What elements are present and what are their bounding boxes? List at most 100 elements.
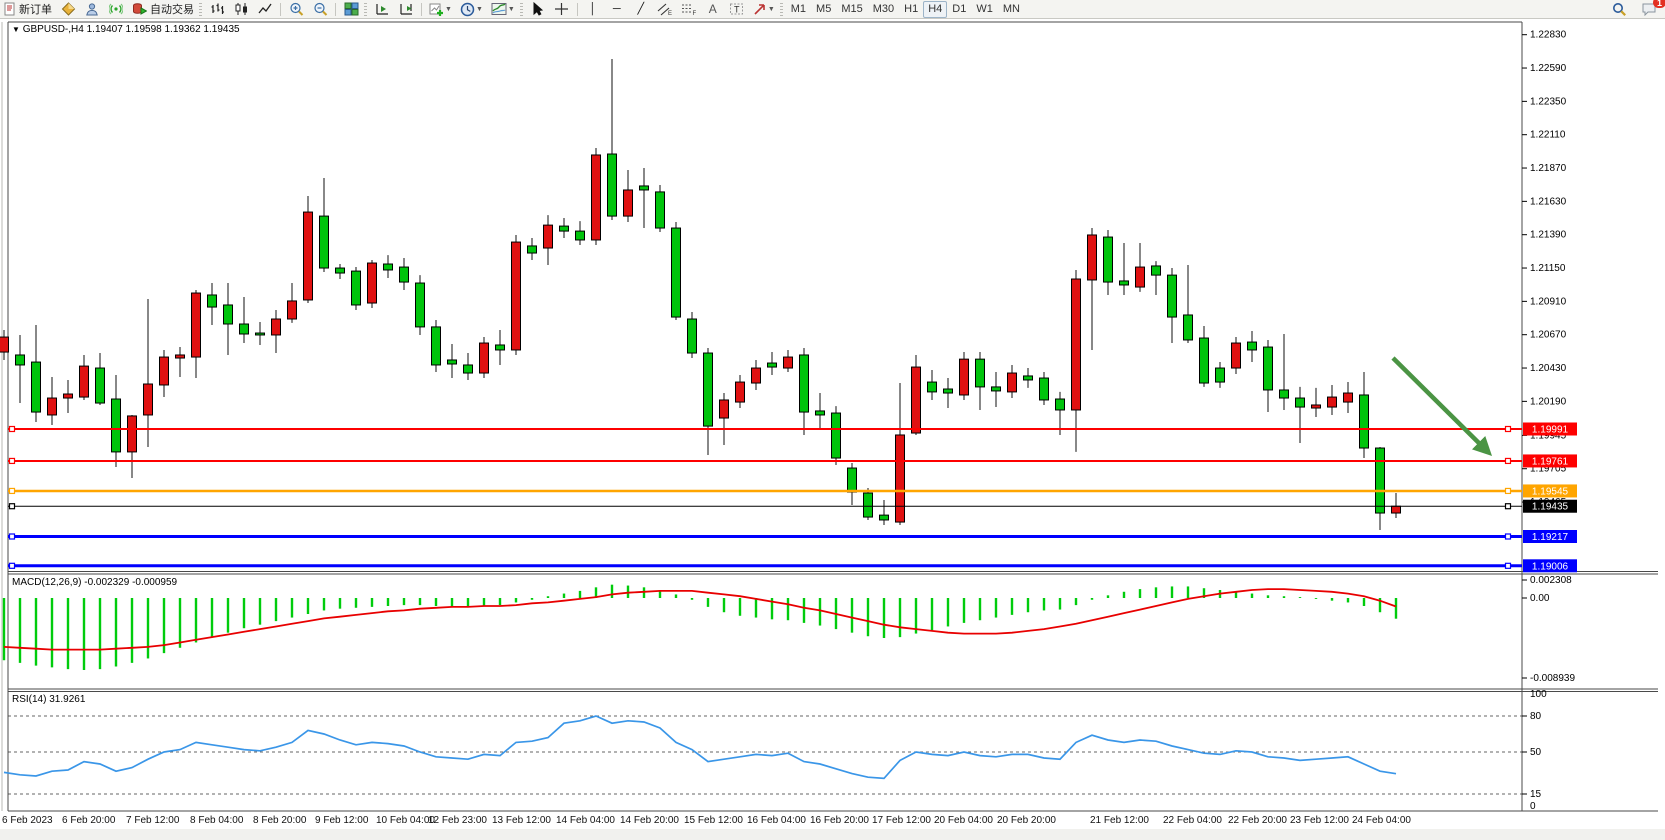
toolbar-grip bbox=[780, 3, 783, 16]
toolbar-grip bbox=[520, 3, 523, 16]
autotrade-button[interactable]: 自动交易 bbox=[128, 0, 198, 18]
svg-text:14 Feb 04:00: 14 Feb 04:00 bbox=[556, 815, 615, 826]
svg-text:0.002308: 0.002308 bbox=[1530, 575, 1572, 586]
gold-diamond-icon[interactable] bbox=[56, 0, 80, 18]
tile-windows-icon[interactable] bbox=[339, 0, 363, 18]
svg-text:12 Feb 23:00: 12 Feb 23:00 bbox=[428, 815, 487, 826]
toolbar-separator bbox=[577, 3, 578, 16]
timeframe-D1[interactable]: D1 bbox=[947, 1, 971, 18]
crosshair-icon[interactable] bbox=[550, 0, 574, 18]
add-indicator-button[interactable]: ▼ bbox=[425, 0, 456, 18]
search-icon[interactable] bbox=[1607, 0, 1631, 18]
toolbar-separator bbox=[335, 3, 336, 16]
symbol-period-label: GBPUSD-,H4 bbox=[23, 24, 84, 35]
text-tool[interactable]: A bbox=[701, 0, 725, 18]
timeframe-H1[interactable]: H1 bbox=[899, 1, 923, 18]
zoom-in-icon[interactable] bbox=[284, 0, 308, 18]
svg-text:1.19761: 1.19761 bbox=[1532, 456, 1569, 467]
signal-icon[interactable] bbox=[104, 0, 128, 18]
svg-text:1.22350: 1.22350 bbox=[1530, 96, 1567, 107]
svg-text:22 Feb 20:00: 22 Feb 20:00 bbox=[1228, 815, 1287, 826]
svg-text:T: T bbox=[734, 5, 740, 15]
svg-text:8 Feb 20:00: 8 Feb 20:00 bbox=[253, 815, 307, 826]
svg-text:100: 100 bbox=[1530, 689, 1547, 700]
timeframe-MN[interactable]: MN bbox=[998, 1, 1025, 18]
periods-clock-button[interactable]: ▼ bbox=[456, 0, 487, 18]
svg-text:1.19217: 1.19217 bbox=[1532, 532, 1569, 543]
new-order-label: 新订单 bbox=[19, 1, 52, 17]
svg-text:1.19545: 1.19545 bbox=[1532, 486, 1569, 497]
svg-text:-0.008939: -0.008939 bbox=[1530, 673, 1575, 684]
trendline-tool[interactable]: ╱ bbox=[629, 0, 653, 18]
dropdown-caret-icon: ▼ bbox=[768, 6, 775, 13]
svg-text:50: 50 bbox=[1530, 747, 1542, 758]
notification-badge: 1 bbox=[1653, 0, 1665, 8]
text-label-tool[interactable]: T bbox=[725, 0, 749, 18]
fibonacci-tool[interactable]: F bbox=[677, 0, 701, 18]
svg-text:1.19991: 1.19991 bbox=[1532, 425, 1569, 436]
svg-text:1.21390: 1.21390 bbox=[1530, 230, 1567, 241]
svg-text:1.21870: 1.21870 bbox=[1530, 163, 1567, 174]
timeframe-W1[interactable]: W1 bbox=[971, 1, 998, 18]
dropdown-caret-icon: ▼ bbox=[508, 6, 515, 13]
svg-text:17 Feb 12:00: 17 Feb 12:00 bbox=[872, 815, 931, 826]
date-axis[interactable]: 6 Feb 20236 Feb 20:007 Feb 12:008 Feb 04… bbox=[2, 815, 1411, 826]
vertical-line-tool[interactable]: │ bbox=[581, 0, 605, 18]
timeframe-M1[interactable]: M1 bbox=[786, 1, 811, 18]
rsi-indicator-label: RSI(14) 31.9261 bbox=[12, 694, 85, 705]
toolbar-grip bbox=[199, 3, 202, 16]
svg-text:1.19006: 1.19006 bbox=[1532, 561, 1569, 572]
svg-text:22 Feb 04:00: 22 Feb 04:00 bbox=[1163, 815, 1222, 826]
timeframe-M30[interactable]: M30 bbox=[868, 1, 899, 18]
line-chart-icon[interactable] bbox=[253, 0, 277, 18]
svg-text:20 Feb 20:00: 20 Feb 20:00 bbox=[997, 815, 1056, 826]
svg-text:E: E bbox=[668, 11, 672, 16]
new-order-button[interactable]: 新订单 bbox=[0, 0, 56, 18]
zoom-out-icon[interactable] bbox=[308, 0, 332, 18]
horizontal-line-tool[interactable]: ─ bbox=[605, 0, 629, 18]
timeframe-M5[interactable]: M5 bbox=[811, 1, 836, 18]
chart-window[interactable]: 1.228301.225901.223501.221101.218701.216… bbox=[0, 0, 1665, 835]
svg-text:1.22590: 1.22590 bbox=[1530, 63, 1567, 74]
cursor-icon[interactable] bbox=[526, 0, 550, 18]
chart-autoscroll-icon[interactable] bbox=[394, 0, 418, 18]
timeframe-H4[interactable]: H4 bbox=[923, 1, 947, 18]
svg-text:16 Feb 20:00: 16 Feb 20:00 bbox=[810, 815, 869, 826]
chart-shift-icon[interactable] bbox=[370, 0, 394, 18]
chart-header[interactable]: ▼ GBPUSD-,H4 1.19407 1.19598 1.19362 1.1… bbox=[12, 24, 240, 35]
svg-text:F: F bbox=[692, 11, 696, 16]
svg-text:6 Feb 2023: 6 Feb 2023 bbox=[2, 815, 53, 826]
bar-chart-icon[interactable] bbox=[205, 0, 229, 18]
toolbar-grip bbox=[364, 3, 367, 16]
toolbar-separator bbox=[421, 3, 422, 16]
svg-text:80: 80 bbox=[1530, 711, 1542, 722]
svg-text:13 Feb 12:00: 13 Feb 12:00 bbox=[492, 815, 551, 826]
collapse-triangle-icon[interactable]: ▼ bbox=[12, 25, 20, 34]
svg-text:1.20430: 1.20430 bbox=[1530, 363, 1567, 374]
ohlc-high: 1.19598 bbox=[126, 24, 162, 35]
equidistant-channel-tool[interactable]: E bbox=[653, 0, 677, 18]
chart-canvas[interactable]: 1.228301.225901.223501.221101.218701.216… bbox=[0, 0, 1665, 835]
templates-button[interactable]: ▼ bbox=[487, 0, 519, 18]
arrows-tool[interactable]: ▼ bbox=[749, 0, 779, 18]
candlestick-chart-icon[interactable] bbox=[229, 0, 253, 18]
svg-text:0: 0 bbox=[1530, 801, 1536, 812]
svg-text:8 Feb 04:00: 8 Feb 04:00 bbox=[190, 815, 244, 826]
svg-text:1.21630: 1.21630 bbox=[1530, 196, 1567, 207]
timeframe-M15[interactable]: M15 bbox=[836, 1, 867, 18]
profile-icon[interactable] bbox=[80, 0, 104, 18]
mt4-window: { "window": {"background": "#f1f1ee"}, "… bbox=[0, 0, 1665, 835]
macd-indicator-label: MACD(12,26,9) -0.002329 -0.000959 bbox=[12, 577, 177, 588]
ohlc-close: 1.19435 bbox=[203, 24, 239, 35]
ohlc-low: 1.19362 bbox=[164, 24, 200, 35]
svg-text:21 Feb 12:00: 21 Feb 12:00 bbox=[1090, 815, 1149, 826]
dropdown-caret-icon: ▼ bbox=[476, 6, 483, 13]
dropdown-caret-icon: ▼ bbox=[445, 6, 452, 13]
toolbar-separator bbox=[280, 3, 281, 16]
chat-notification-button[interactable]: 1 bbox=[1637, 0, 1661, 18]
autotrade-label: 自动交易 bbox=[150, 1, 194, 17]
svg-text:1.20910: 1.20910 bbox=[1530, 296, 1567, 307]
svg-text:23 Feb 12:00: 23 Feb 12:00 bbox=[1290, 815, 1349, 826]
svg-text:7 Feb 12:00: 7 Feb 12:00 bbox=[126, 815, 180, 826]
svg-text:1.22830: 1.22830 bbox=[1530, 30, 1567, 41]
